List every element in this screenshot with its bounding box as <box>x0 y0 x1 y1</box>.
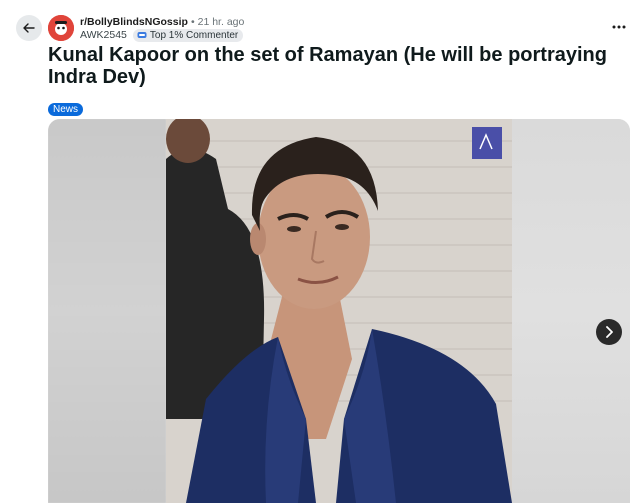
author-line: AWK2545 Top 1% Commenter <box>80 29 244 42</box>
more-horizontal-icon <box>612 25 626 29</box>
media-blur-right <box>512 119 630 503</box>
author-flair: Top 1% Commenter <box>132 29 244 42</box>
post-flair[interactable]: News <box>48 103 84 116</box>
subreddit-avatar[interactable] <box>48 15 74 41</box>
back-button[interactable] <box>16 15 42 41</box>
post-meta: r/BollyBlindsNGossip • 21 hr. ago <box>80 16 244 29</box>
chevron-right-icon <box>606 326 613 338</box>
post-image[interactable] <box>166 119 512 503</box>
media-blur-left <box>48 119 166 503</box>
author-flair-label: Top 1% Commenter <box>149 30 239 41</box>
author-name[interactable]: AWK2545 <box>80 29 127 42</box>
post-time: 21 hr. ago <box>197 16 245 28</box>
subreddit-name[interactable]: r/BollyBlindsNGossip <box>80 16 188 28</box>
more-options-button[interactable] <box>610 18 628 36</box>
gallery-next-button[interactable] <box>596 319 622 345</box>
post-title[interactable]: Kunal Kapoor on the set of Ramayan (He w… <box>48 44 618 88</box>
post-media-gallery[interactable] <box>48 119 630 503</box>
avatar-logo <box>48 15 74 41</box>
meta-separator: • <box>190 16 195 28</box>
trophy-icon <box>137 32 147 38</box>
arrow-left-icon <box>23 23 35 33</box>
